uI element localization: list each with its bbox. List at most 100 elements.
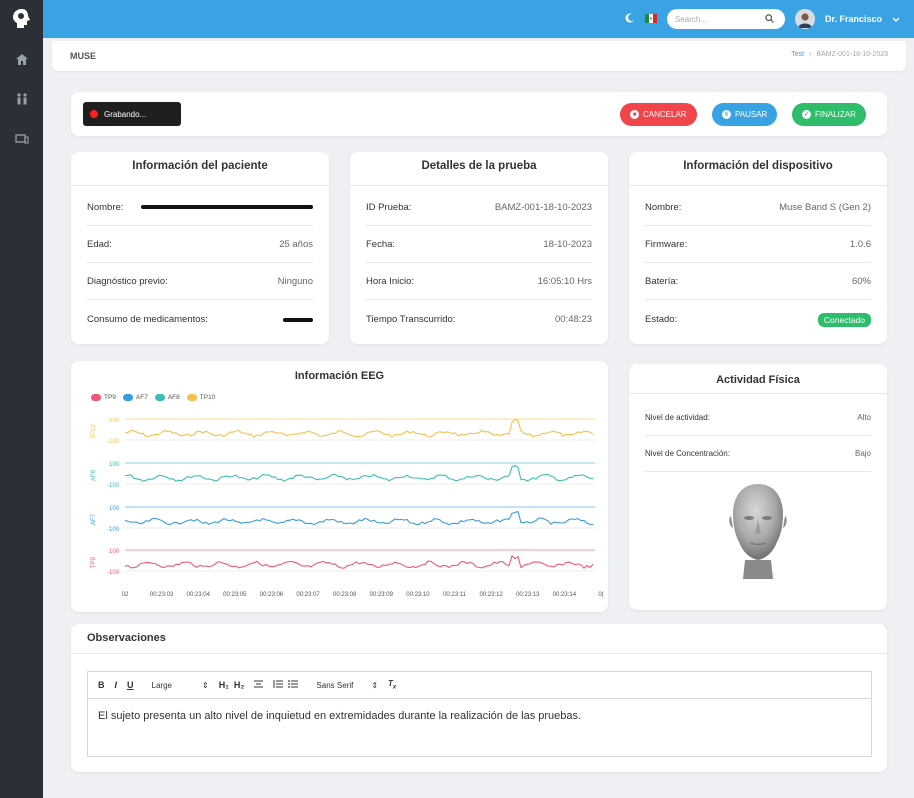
eeg-tick-label: 100 bbox=[109, 418, 120, 424]
people-icon[interactable] bbox=[0, 80, 43, 118]
patient-medication-label: Consumo de medicamentos: bbox=[87, 314, 208, 325]
moon-icon[interactable] bbox=[625, 10, 635, 28]
eeg-channel-label: TP10 bbox=[91, 424, 97, 439]
patient-name-label: Nombre: bbox=[87, 201, 124, 213]
mexico-flag-icon[interactable] bbox=[644, 10, 657, 28]
patient-row-name: Nombre: bbox=[87, 189, 313, 226]
breadcrumb-bar: MUSE Test › BAMZ-001-18-10-2023 bbox=[52, 41, 906, 71]
font-size-value: Large bbox=[151, 680, 172, 690]
eeg-tick-label: -100 bbox=[107, 439, 120, 445]
test-row-id: ID Prueba: BAMZ-001-18-10-2023 bbox=[366, 189, 592, 226]
activity-level-row: Nivel de actividad: Alto bbox=[645, 400, 871, 436]
device-row-name: Nombre: Muse Band S (Gen 2) bbox=[645, 189, 871, 226]
test-elapsed-label: Tiempo Transcurrido: bbox=[366, 314, 456, 325]
eeg-series-af7 bbox=[124, 510, 594, 526]
select-arrows-icon: ⇕ bbox=[201, 680, 209, 690]
underline-button[interactable]: U bbox=[127, 680, 134, 690]
concentration-level-row: Nivel de Concentración: Bajo bbox=[645, 436, 871, 472]
pause-icon: ‖ bbox=[722, 110, 731, 119]
test-row-date: Fecha: 18-10-2023 bbox=[366, 226, 592, 263]
eeg-x-tick-label: 00:23:13 bbox=[516, 592, 540, 598]
font-family-select[interactable]: Sans Serif ⇕ bbox=[316, 681, 378, 690]
eeg-channel-label: AF7 bbox=[91, 513, 97, 525]
font-family-value: Sans Serif bbox=[316, 680, 354, 690]
search-icon[interactable] bbox=[765, 10, 774, 28]
editor-toolbar: B I U Large ⇕ H₁ H₂ Sans Serif ⇕ Tx bbox=[88, 672, 871, 699]
breadcrumb-separator: › bbox=[809, 51, 812, 58]
eeg-card: Información EEG TP9 AF7 AF8 TP10 100 -100… bbox=[71, 361, 608, 612]
eeg-x-tick-label: 00:23:14 bbox=[553, 592, 577, 598]
device-row-status: Estado: Conectado bbox=[645, 301, 871, 338]
session-control-card: Grabando... ■ CANCELAR ‖ PAUSAR ✓ FINALI… bbox=[71, 92, 887, 136]
patient-age-value: 25 años bbox=[279, 238, 313, 250]
italic-button[interactable]: I bbox=[115, 680, 118, 690]
heading1-button[interactable]: H₁ bbox=[219, 680, 229, 690]
device-row-firmware: Firmware: 1.0.6 bbox=[645, 226, 871, 263]
eeg-channel-label: TP9 bbox=[91, 556, 97, 568]
finish-button[interactable]: ✓ FINALIZAR bbox=[792, 103, 866, 126]
device-name-label: Nombre: bbox=[645, 201, 682, 213]
eeg-x-tick-label: 00:23:06 bbox=[260, 592, 284, 598]
test-row-elapsed: Tiempo Transcurrido: 00:48:23 bbox=[366, 301, 592, 338]
test-id-label: ID Prueba: bbox=[366, 201, 412, 213]
cancel-button-label: CANCELAR bbox=[643, 110, 687, 119]
patient-info-title: Información del paciente bbox=[71, 152, 329, 186]
eeg-tick-label: -100 bbox=[107, 483, 120, 489]
recording-dot-icon bbox=[90, 110, 98, 118]
pause-button[interactable]: ‖ PAUSAR bbox=[712, 103, 778, 126]
heading2-button[interactable]: H₂ bbox=[234, 680, 245, 690]
device-status-label: Estado: bbox=[645, 314, 678, 325]
align-icon[interactable] bbox=[254, 680, 264, 690]
avatar[interactable] bbox=[794, 9, 815, 29]
eeg-x-tick-label: 00:23:09 bbox=[370, 592, 394, 598]
device-firmware-value: 1.0.6 bbox=[849, 238, 871, 250]
search-input[interactable] bbox=[674, 14, 765, 24]
observations-text[interactable]: El sujeto presenta un alto nivel de inqu… bbox=[88, 699, 871, 733]
physical-activity-title: Actividad Física bbox=[629, 364, 887, 394]
test-start-value: 16:05:10 Hrs bbox=[537, 275, 592, 287]
cancel-button[interactable]: ■ CANCELAR bbox=[620, 103, 697, 126]
bold-button[interactable]: B bbox=[98, 680, 105, 690]
test-start-label: Hora Inicio: bbox=[366, 275, 415, 287]
eeg-chart: 100 -100 TP10 100 -100 AF8 100 -100 AF7 100 -100 TP… bbox=[91, 418, 604, 598]
bullet-list-icon[interactable] bbox=[288, 680, 299, 690]
eeg-x-tick-label: 00:23:11 bbox=[443, 592, 467, 598]
concentration-level-label: Nivel de Concentración: bbox=[645, 449, 730, 458]
device-info-card: Información del dispositivo Nombre: Muse… bbox=[629, 152, 887, 344]
devices-icon[interactable] bbox=[0, 120, 43, 158]
sidebar bbox=[0, 0, 43, 798]
activity-level-value: Alto bbox=[857, 413, 871, 422]
breadcrumb: Test › BAMZ-001-18-10-2023 bbox=[791, 51, 888, 58]
eeg-series-tp10 bbox=[124, 418, 594, 438]
observations-card: Observaciones B I U Large ⇕ H₁ H₂ Sans S… bbox=[71, 624, 887, 772]
test-elapsed-value: 00:48:23 bbox=[555, 314, 592, 325]
eeg-series-af8 bbox=[124, 464, 593, 482]
eeg-x-tick-label: 00:23:04 bbox=[187, 592, 211, 598]
breadcrumb-test-link[interactable]: Test bbox=[791, 51, 804, 58]
brain-logo-icon[interactable] bbox=[0, 0, 43, 38]
eeg-x-tick-label: 02 bbox=[122, 592, 129, 598]
check-icon: ✓ bbox=[802, 110, 811, 119]
patient-medication-redacted bbox=[283, 317, 313, 322]
ordered-list-icon[interactable] bbox=[273, 680, 284, 690]
patient-row-diagnosis: Diagnóstico previo: Ninguno bbox=[87, 263, 313, 300]
clear-format-icon[interactable]: Tx bbox=[388, 679, 396, 691]
eeg-x-tick-label: 00:23:07 bbox=[296, 592, 320, 598]
font-size-select[interactable]: Large ⇕ bbox=[152, 681, 209, 690]
device-info-title: Información del dispositivo bbox=[629, 152, 887, 186]
eeg-x-tick-label: 00:23:03 bbox=[150, 592, 174, 598]
patient-diagnosis-value: Ninguno bbox=[277, 275, 313, 287]
patient-name-redacted bbox=[141, 205, 313, 209]
patient-diagnosis-label: Diagnóstico previo: bbox=[87, 275, 168, 287]
select-arrows-icon: ⇕ bbox=[371, 680, 379, 690]
breadcrumb-current: BAMZ-001-18-10-2023 bbox=[816, 51, 888, 58]
home-icon[interactable] bbox=[0, 40, 43, 78]
finish-button-label: FINALIZAR bbox=[815, 110, 856, 119]
user-name[interactable]: Dr. Francisco bbox=[825, 14, 882, 24]
test-details-card: Detalles de la prueba ID Prueba: BAMZ-00… bbox=[350, 152, 608, 344]
chevron-down-icon[interactable] bbox=[892, 10, 900, 28]
eeg-x-tick-label: 0( bbox=[598, 592, 603, 598]
eeg-tick-label: -100 bbox=[107, 570, 120, 576]
head-model-image bbox=[723, 480, 793, 580]
eeg-tick-label: -100 bbox=[107, 527, 120, 533]
